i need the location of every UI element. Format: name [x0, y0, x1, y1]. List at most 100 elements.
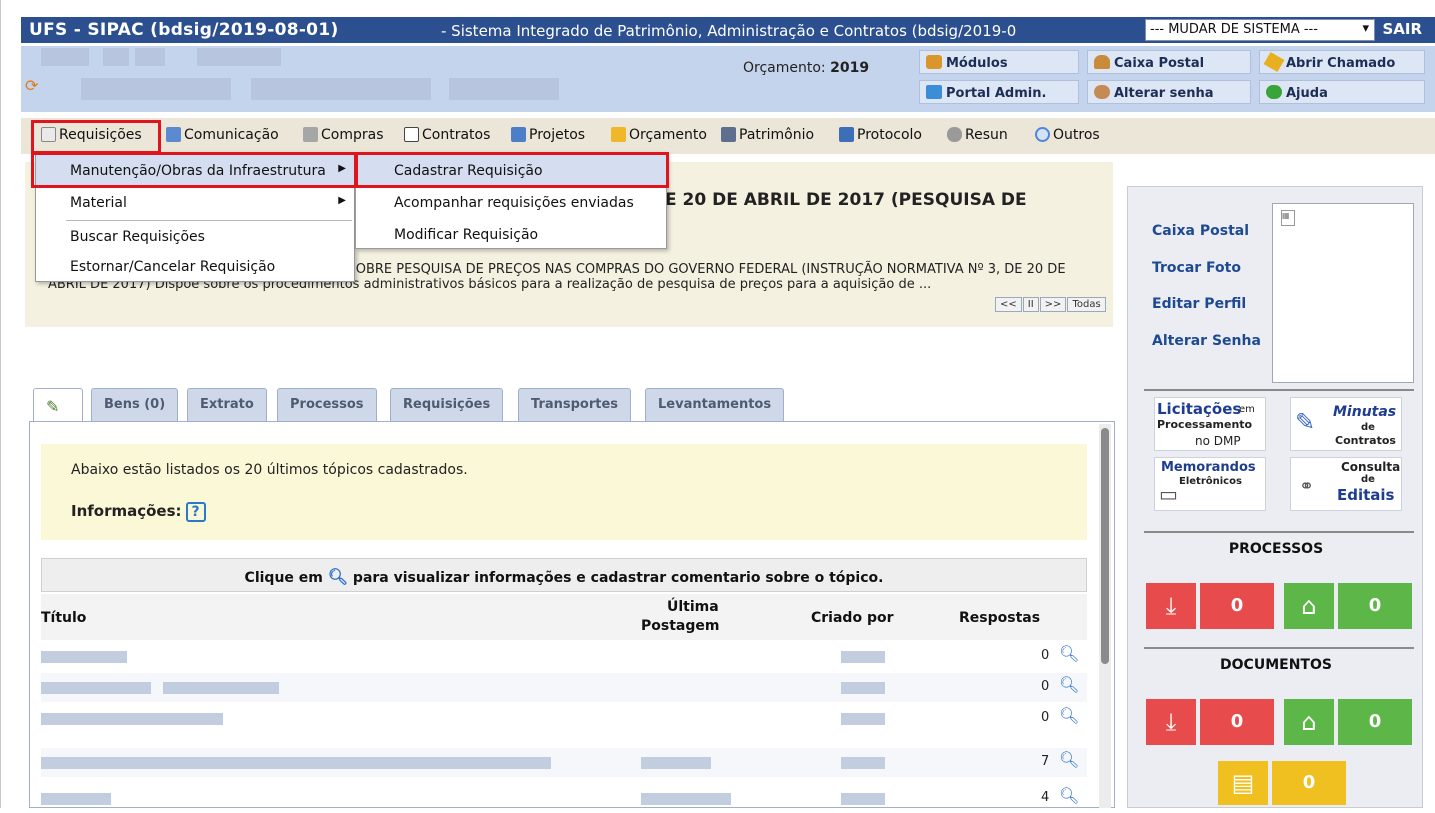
- blurred-text: [81, 78, 231, 100]
- blurred-title: [41, 682, 151, 694]
- licitacoes-link[interactable]: Licitações em Processamento no DMP: [1154, 397, 1266, 451]
- menu-comunicacao[interactable]: Comunicação: [166, 127, 279, 143]
- menu-resun[interactable]: Resun: [947, 127, 1008, 143]
- sidebar-change-password-link[interactable]: Alterar Senha: [1152, 333, 1261, 349]
- replies-count: 0: [1041, 679, 1050, 694]
- open-ticket-button[interactable]: Abrir Chamado: [1259, 50, 1425, 74]
- menu-comunicacao-label: Comunicação: [184, 127, 279, 143]
- news-first-button[interactable]: <<: [995, 297, 1022, 312]
- col-last-post-1: Última: [667, 599, 719, 615]
- menu-item-estornar-cancelar[interactable]: Estornar/Cancelar Requisição: [36, 251, 354, 283]
- view-topic-icon[interactable]: 🔍︎: [1059, 644, 1079, 663]
- licitacoes-sub: Processamento: [1157, 418, 1253, 431]
- mailbox-button[interactable]: Caixa Postal: [1087, 50, 1251, 74]
- menu-compras[interactable]: Compras: [303, 127, 384, 143]
- computer-icon: [721, 127, 736, 142]
- documentos-received-tile[interactable]: ⤓ 0: [1146, 699, 1274, 745]
- profile-sidebar: Caixa Postal Trocar Foto Editar Perfil A…: [1127, 186, 1423, 808]
- sidebar-mailbox-link[interactable]: Caixa Postal: [1152, 223, 1249, 239]
- processos-home-tile[interactable]: ⌂ 0: [1284, 583, 1412, 629]
- profile-photo: ▦: [1272, 203, 1414, 383]
- replies-count: 4: [1041, 790, 1050, 805]
- blurred-text: [41, 48, 89, 66]
- sidebar-change-photo-link[interactable]: Trocar Foto: [1152, 260, 1241, 276]
- view-topic-icon[interactable]: 🔍︎: [1059, 750, 1079, 769]
- magnifier-icon: 🔍︎: [327, 567, 349, 586]
- table-row: 7 🔍︎: [41, 748, 1087, 777]
- news-pause-button[interactable]: II: [1022, 297, 1039, 312]
- memos-tile[interactable]: ▤ 0: [1218, 761, 1346, 805]
- tab-bens[interactable]: Bens (0): [91, 388, 179, 422]
- menu-patrimonio[interactable]: Patrimônio: [721, 127, 814, 143]
- documentos-home-tile[interactable]: ⌂ 0: [1284, 699, 1412, 745]
- help-question-icon[interactable]: ?: [185, 502, 206, 522]
- consulta-sub: Editais: [1337, 486, 1395, 504]
- view-topic-icon[interactable]: 🔍︎: [1059, 706, 1079, 725]
- user-key-icon: [1094, 85, 1110, 99]
- menu-projetos[interactable]: Projetos: [511, 127, 585, 143]
- table-row: 0 🔍︎: [41, 642, 1087, 671]
- view-topic-icon[interactable]: 🔍︎: [1059, 786, 1079, 805]
- consulta-editais-link[interactable]: ⚭ Consulta de Editais: [1290, 457, 1402, 511]
- menu-item-material[interactable]: Material ▶: [36, 187, 354, 219]
- processos-received-tile[interactable]: ⤓ 0: [1146, 583, 1274, 629]
- table-row: 0 🔍︎: [41, 704, 1087, 733]
- tab-processos[interactable]: Processos: [277, 388, 377, 422]
- submenu-acompanhar-requisicoes[interactable]: Acompanhar requisições enviadas: [356, 187, 666, 219]
- tab-requisicoes[interactable]: Requisições: [390, 388, 504, 422]
- blurred-author: [841, 793, 885, 805]
- processos-home-count: 0: [1338, 583, 1412, 629]
- budget-value: 2019: [830, 60, 870, 76]
- app-subtitle: - Sistema Integrado de Patrimônio, Admin…: [441, 22, 1017, 40]
- modules-button[interactable]: Módulos: [919, 50, 1079, 74]
- minutas-link[interactable]: ✎ Minutas de Contratos: [1290, 397, 1402, 451]
- tab-bar: ✎ Bens (0) Extrato Processos Requisições…: [33, 388, 1115, 422]
- news-title[interactable]: E 20 DE ABRIL DE 2017 (PESQUISA DE: [665, 190, 1027, 210]
- blurred-author: [841, 713, 885, 725]
- mailbox-icon: [1094, 55, 1110, 69]
- minutas-de: de: [1361, 422, 1375, 433]
- tab-forum[interactable]: ✎: [33, 388, 83, 422]
- network-icon: [926, 85, 942, 99]
- menu-contratos[interactable]: Contratos: [404, 127, 490, 143]
- scrollbar-thumb[interactable]: [1101, 428, 1109, 664]
- minutas-title: Minutas: [1333, 404, 1397, 420]
- tab-transportes[interactable]: Transportes: [518, 388, 632, 422]
- blurred-date: [641, 793, 731, 805]
- menu-outros[interactable]: Outros: [1035, 127, 1100, 143]
- change-password-button[interactable]: Alterar senha: [1087, 80, 1251, 104]
- tab-extrato[interactable]: Extrato: [187, 388, 267, 422]
- menu-protocolo[interactable]: Protocolo: [839, 127, 922, 143]
- sidebar-edit-profile-link[interactable]: Editar Perfil: [1152, 296, 1246, 312]
- menu-patrimonio-label: Patrimônio: [739, 127, 815, 143]
- tab-levantamentos[interactable]: Levantamentos: [645, 388, 785, 422]
- chart-icon: [611, 127, 626, 142]
- forum-intro: Abaixo estão listados os 20 últimos tópi…: [71, 462, 468, 478]
- licitacoes-dmp: no DMP: [1195, 434, 1241, 448]
- view-topic-icon[interactable]: 🔍︎: [1059, 675, 1079, 694]
- system-select[interactable]: --- MUDAR DE SISTEMA --- ▾: [1145, 19, 1375, 41]
- help-icon: [1266, 85, 1282, 99]
- panel-scrollbar[interactable]: [1099, 424, 1111, 808]
- left-margin: [1, 0, 21, 808]
- change-password-label: Alterar senha: [1114, 86, 1214, 101]
- admin-portal-label: Portal Admin.: [946, 86, 1047, 101]
- menu-outros-label: Outros: [1053, 127, 1100, 143]
- admin-portal-button[interactable]: Portal Admin.: [919, 80, 1079, 104]
- logout-link[interactable]: SAIR: [1382, 20, 1422, 38]
- documentos-heading: DOCUMENTOS: [1220, 657, 1332, 673]
- table-row: 4 🔍︎: [41, 784, 1087, 813]
- help-button[interactable]: Ajuda: [1259, 80, 1425, 104]
- memorandos-link[interactable]: Memorandos Eletrônicos ▭: [1154, 457, 1266, 511]
- menu-item-buscar-requisicoes[interactable]: Buscar Requisições: [36, 221, 354, 253]
- news-next-button[interactable]: >>: [1039, 297, 1067, 312]
- col-created-by: Criado por: [811, 610, 894, 626]
- menu-orcamento[interactable]: Orçamento: [611, 127, 707, 143]
- caption-pre: Clique em: [244, 570, 323, 586]
- submenu-modificar-requisicao[interactable]: Modificar Requisição: [356, 219, 666, 251]
- replies-count: 0: [1041, 648, 1050, 663]
- modules-label: Módulos: [946, 56, 1008, 71]
- news-all-button[interactable]: Todas: [1067, 297, 1106, 312]
- main-menu-bar: Requisições Comunicação Compras Contrato…: [21, 118, 1435, 154]
- col-title: Título: [41, 610, 87, 626]
